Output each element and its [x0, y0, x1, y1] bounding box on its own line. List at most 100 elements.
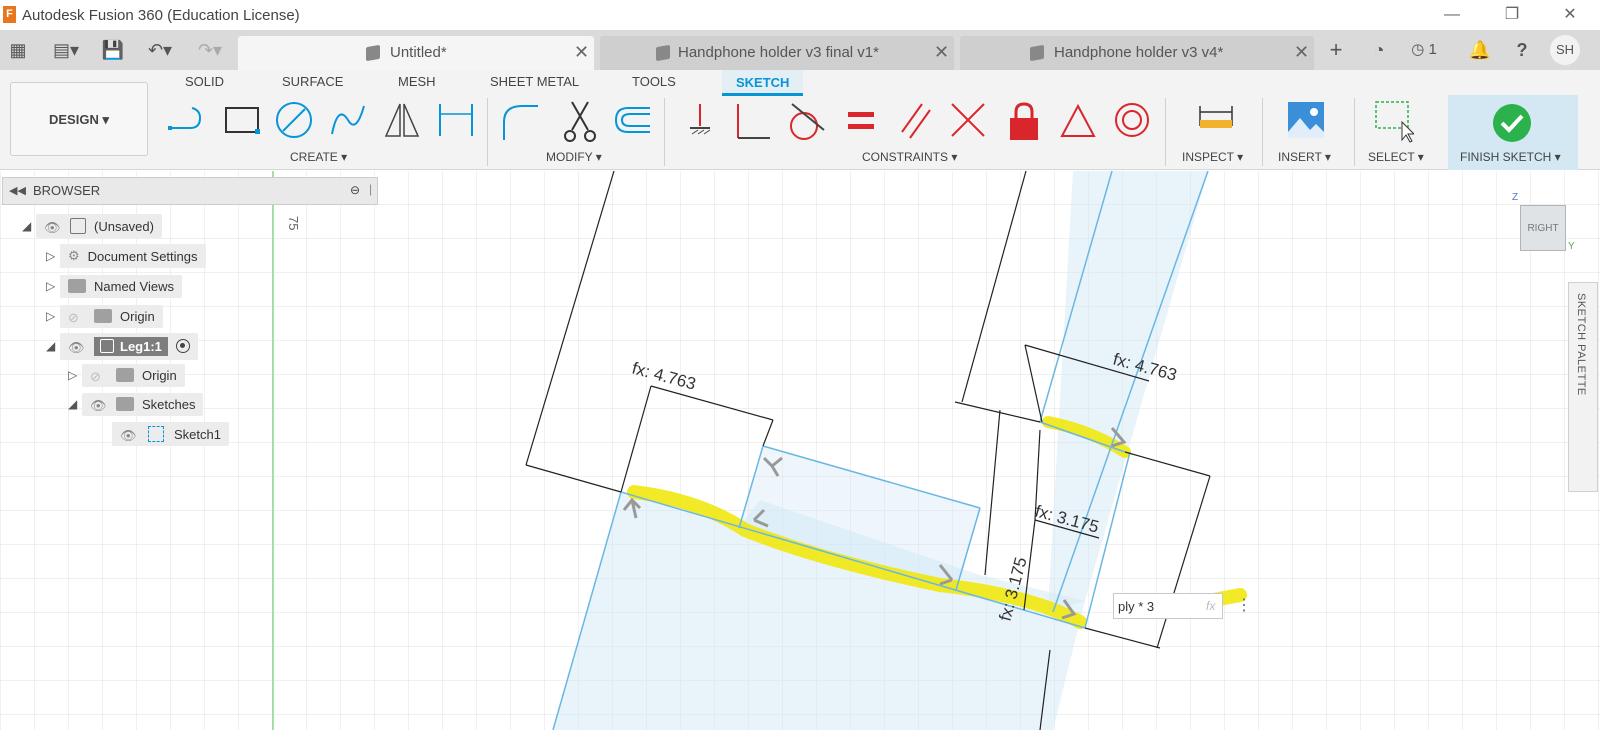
- collapsed-triangle-icon[interactable]: ▷: [68, 368, 82, 382]
- redo-icon[interactable]: ↷▾: [190, 38, 230, 62]
- component-icon: [70, 218, 86, 234]
- tab-solid[interactable]: SOLID: [185, 74, 224, 89]
- activate-radio-icon[interactable]: [175, 339, 190, 353]
- clock-icon: ◷: [1411, 41, 1425, 58]
- constraints-menu[interactable]: CONSTRAINTS ▾: [862, 150, 957, 164]
- select-window-icon[interactable]: [1374, 100, 1414, 144]
- tree-item-origin[interactable]: ▷ ⊘ Origin: [46, 303, 163, 329]
- tree-item-sketches[interactable]: ◢ 👁 Sketches: [68, 391, 204, 417]
- tab-sketch[interactable]: SKETCH: [722, 70, 804, 96]
- close-window-button[interactable]: ✕: [1550, 3, 1590, 27]
- offset-tool-icon[interactable]: [612, 100, 652, 144]
- expanded-triangle-icon[interactable]: ◢: [46, 339, 60, 353]
- finish-sketch-menu[interactable]: FINISH SKETCH ▾: [1460, 150, 1561, 164]
- title-bar: F Autodesk Fusion 360 (Education License…: [0, 0, 1600, 30]
- trim-scissors-icon[interactable]: [560, 100, 600, 144]
- finish-checkmark-icon[interactable]: [1492, 103, 1532, 143]
- tree-item-leg1[interactable]: ◢ 👁 Leg1:1: [46, 332, 198, 360]
- concentric-constraint-icon[interactable]: [1112, 100, 1152, 144]
- user-avatar[interactable]: SH: [1550, 35, 1580, 65]
- collapsed-triangle-icon[interactable]: ▷: [46, 279, 60, 293]
- restore-button[interactable]: ❐: [1492, 3, 1532, 27]
- tree-item-leg-origin[interactable]: ▷ ⊘ Origin: [68, 362, 185, 388]
- eye-hidden-icon[interactable]: ⊘: [90, 369, 108, 384]
- save-icon[interactable]: 💾: [100, 38, 126, 62]
- browser-pin-icon[interactable]: |: [369, 182, 372, 196]
- tab-handphone-holder-v4[interactable]: Handphone holder v3 v4* ✕: [960, 36, 1314, 70]
- triangle-constraint-icon[interactable]: [1058, 100, 1098, 144]
- tab-close-icon[interactable]: ✕: [934, 42, 949, 63]
- new-tab-button[interactable]: +: [1322, 38, 1350, 62]
- help-icon[interactable]: ?: [1510, 38, 1534, 62]
- collinear-constraint-icon[interactable]: [948, 100, 988, 144]
- axis-y-label: Y: [1568, 241, 1575, 252]
- fx-label[interactable]: fx: [1206, 599, 1215, 613]
- browser-minimize-icon[interactable]: ⊖: [350, 183, 360, 197]
- dimension-more-icon[interactable]: ⋮: [1236, 598, 1252, 614]
- notifications-bell-icon[interactable]: 🔔: [1468, 38, 1492, 62]
- design-cube-icon: [366, 44, 380, 62]
- tangent-constraint-icon[interactable]: [786, 100, 826, 144]
- tree-item-label: Origin: [142, 367, 177, 383]
- finish-sketch-panel[interactable]: FINISH SKETCH ▾: [1448, 95, 1578, 170]
- tree-item-sketch1[interactable]: 👁 Sketch1: [112, 421, 229, 447]
- collapse-browser-icon[interactable]: ◀◀: [9, 184, 26, 197]
- line-tool-icon[interactable]: [166, 100, 206, 144]
- collapsed-triangle-icon[interactable]: ▷: [46, 249, 60, 263]
- expanded-triangle-icon[interactable]: ◢: [22, 219, 36, 233]
- workspace-switcher[interactable]: DESIGN ▾: [10, 82, 148, 156]
- eye-visible-icon[interactable]: 👁: [68, 340, 86, 355]
- perpendicular-constraint-icon[interactable]: [732, 100, 772, 144]
- file-menu-icon[interactable]: ▤▾: [46, 38, 86, 62]
- view-cube[interactable]: RIGHT: [1520, 205, 1566, 251]
- tree-item-body: 👁 Sketches: [82, 392, 204, 416]
- mirror-tool-icon[interactable]: [382, 100, 422, 144]
- lock-constraint-icon[interactable]: [1004, 100, 1044, 144]
- tree-item-named-views[interactable]: ▷ Named Views: [46, 273, 182, 299]
- measure-ruler-icon[interactable]: [1196, 100, 1236, 144]
- expanded-triangle-icon[interactable]: ◢: [68, 397, 82, 411]
- fusion-logo-icon: F: [3, 6, 16, 23]
- fillet-tool-icon[interactable]: [500, 100, 540, 144]
- undo-icon[interactable]: ↶▾: [140, 38, 180, 62]
- design-cube-icon: [1030, 44, 1044, 62]
- inspect-menu[interactable]: INSPECT ▾: [1182, 150, 1243, 164]
- modify-menu[interactable]: MODIFY ▾: [546, 150, 602, 164]
- rectangle-tool-icon[interactable]: [222, 100, 262, 144]
- eye-hidden-icon[interactable]: ⊘: [68, 310, 86, 325]
- eye-visible-icon[interactable]: 👁: [44, 220, 62, 235]
- tab-sheet-metal[interactable]: SHEET METAL: [490, 74, 579, 89]
- eye-visible-icon[interactable]: 👁: [90, 398, 108, 413]
- tab-untitled[interactable]: Untitled* ✕: [238, 36, 594, 70]
- eye-visible-icon[interactable]: 👁: [120, 428, 138, 443]
- circle-tool-icon[interactable]: [274, 100, 314, 144]
- app-grid-icon[interactable]: ▦: [6, 38, 30, 62]
- online-status-icon[interactable]: ◔: [1366, 38, 1392, 62]
- insert-image-icon[interactable]: [1286, 100, 1326, 144]
- tree-item-document-settings[interactable]: ▷ ⚙ Document Settings: [46, 243, 206, 269]
- dimension-expression-input[interactable]: [1118, 596, 1188, 616]
- tree-item-root[interactable]: ◢ 👁 (Unsaved): [22, 213, 162, 239]
- toolbar-ribbon: DESIGN ▾ SOLID SURFACE MESH SHEET METAL …: [0, 70, 1600, 170]
- tab-close-icon[interactable]: ✕: [1294, 42, 1309, 63]
- parallel-constraint-icon[interactable]: [896, 100, 936, 144]
- select-menu[interactable]: SELECT ▾: [1368, 150, 1424, 164]
- spline-tool-icon[interactable]: [328, 100, 368, 144]
- tab-close-icon[interactable]: ✕: [574, 42, 589, 63]
- equal-constraint-icon[interactable]: [842, 100, 882, 144]
- job-status-button[interactable]: ◷ 1: [1406, 38, 1442, 62]
- sketch-canvas[interactable]: 75 fx: 4.763 fx: 4.763 fx: 3.175 fx: 3.1…: [0, 171, 1600, 730]
- sketch-palette-tab[interactable]: SKETCH PALETTE: [1568, 282, 1598, 492]
- collapsed-triangle-icon[interactable]: ▷: [46, 309, 60, 323]
- tab-tools[interactable]: TOOLS: [632, 74, 676, 89]
- folder-icon: [116, 368, 134, 382]
- insert-menu[interactable]: INSERT ▾: [1278, 150, 1331, 164]
- create-menu[interactable]: CREATE ▾: [290, 150, 347, 164]
- tree-item-body: 👁 (Unsaved): [36, 214, 162, 238]
- dimension-tool-icon[interactable]: [436, 100, 476, 144]
- tab-surface[interactable]: SURFACE: [282, 74, 343, 89]
- fix-constraint-icon[interactable]: [680, 100, 720, 144]
- tab-mesh[interactable]: MESH: [398, 74, 436, 89]
- minimize-button[interactable]: —: [1432, 3, 1472, 27]
- tab-handphone-holder-final[interactable]: Handphone holder v3 final v1* ✕: [600, 36, 954, 70]
